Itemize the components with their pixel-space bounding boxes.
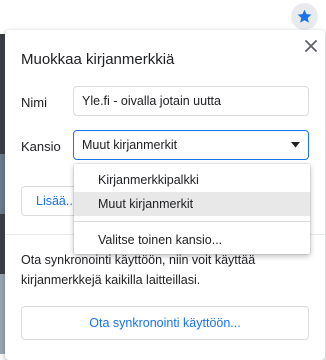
sync-promo-text: Ota synkronointi käyttöön, niin voit käy… [21, 253, 256, 287]
folder-label: Kansio [21, 139, 61, 154]
folder-option-bookmarks-bar[interactable]: Kirjanmerkkipalkki [74, 168, 310, 192]
menu-separator [74, 221, 310, 222]
browser-toolbar [0, 0, 326, 34]
close-button[interactable] [299, 34, 323, 58]
name-label: Nimi [21, 95, 47, 110]
bookmark-star-button[interactable] [291, 3, 318, 30]
enable-sync-button[interactable]: Ota synkronointi käyttöön... [21, 306, 309, 340]
folder-option-choose-another[interactable]: Valitse toinen kansio... [74, 228, 310, 252]
folder-dropdown-menu: Kirjanmerkkipalkki Muut kirjanmerkit Val… [74, 164, 310, 254]
folder-select-value: Muut kirjanmerkit [82, 138, 178, 152]
dialog-title: Muokkaa kirjanmerkkiä [21, 51, 175, 68]
bookmark-name-input[interactable] [73, 86, 309, 116]
folder-option-other-bookmarks[interactable]: Muut kirjanmerkit [74, 192, 310, 216]
star-icon [297, 9, 312, 23]
close-icon [305, 40, 317, 52]
folder-select[interactable]: Muut kirjanmerkit [73, 130, 309, 160]
dropdown-arrow-icon [291, 142, 300, 148]
